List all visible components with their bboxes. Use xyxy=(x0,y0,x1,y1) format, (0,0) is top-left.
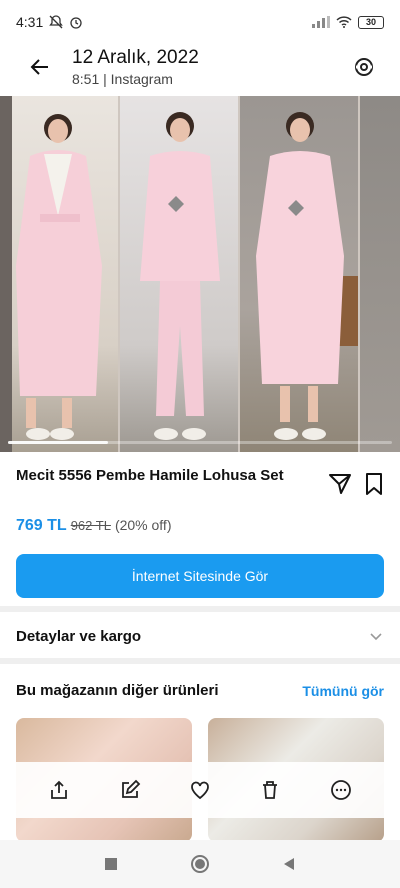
action-bar xyxy=(0,762,400,818)
page-subtitle: 8:51 | Instagram xyxy=(72,71,173,87)
alarm-icon xyxy=(70,17,82,29)
recents-icon[interactable] xyxy=(104,857,118,871)
divider xyxy=(0,606,400,612)
signal-icon xyxy=(312,16,330,28)
send-icon xyxy=(329,474,351,494)
more-products-title: Bu mağazanın diğer ürünleri xyxy=(16,682,219,699)
more-options-button[interactable] xyxy=(329,778,353,802)
system-nav-bar xyxy=(0,840,400,888)
arrow-left-icon xyxy=(30,59,48,75)
edit-icon xyxy=(121,779,140,798)
details-label: Detaylar ve kargo xyxy=(16,627,142,645)
status-time: 4:31 xyxy=(16,14,44,30)
save-button[interactable] xyxy=(362,470,386,498)
current-price: 769 TL xyxy=(16,517,67,534)
old-price: 962 TL xyxy=(70,518,111,533)
carousel-indicator xyxy=(8,441,108,444)
product-image-carousel[interactable] xyxy=(0,96,400,452)
more-icon xyxy=(330,780,351,800)
product-title: Mecit 5556 Pembe Hamile Lohusa Set xyxy=(16,467,284,484)
bookmark-icon xyxy=(366,473,382,495)
discount-label: (20% off) xyxy=(114,517,172,533)
home-icon[interactable] xyxy=(190,854,210,874)
battery-icon: 30 xyxy=(358,15,384,29)
wifi-icon xyxy=(336,16,352,28)
edit-button[interactable] xyxy=(118,778,142,802)
header: 12 Aralık, 2022 8:51 | Instagram xyxy=(0,40,400,94)
bell-muted-icon xyxy=(49,15,64,29)
back-nav-icon[interactable] xyxy=(282,857,296,871)
share-send-button[interactable] xyxy=(326,470,354,498)
trash-icon xyxy=(263,781,278,799)
visit-website-button[interactable]: İnternet Sitesinde Gör xyxy=(16,554,384,598)
back-button[interactable] xyxy=(20,47,60,87)
chevron-down-icon xyxy=(370,633,382,641)
product-photo-next xyxy=(360,96,400,452)
product-photo-nightgown xyxy=(240,96,358,452)
heart-icon xyxy=(191,781,209,800)
delete-button[interactable] xyxy=(258,778,282,802)
divider xyxy=(0,658,400,664)
more-products-header: Bu mağazanın diğer ürünleri Tümünü gör xyxy=(16,682,384,699)
share-icon xyxy=(51,780,68,799)
price-row: 769 TL 962 TL (20% off) xyxy=(16,517,171,535)
see-all-link[interactable]: Tümünü gör xyxy=(302,683,384,699)
status-bar: 4:31 30 xyxy=(0,0,400,44)
favorite-button[interactable] xyxy=(188,778,212,802)
share-button[interactable] xyxy=(47,778,71,802)
product-photo-robe xyxy=(0,96,118,452)
lens-icon xyxy=(355,58,373,76)
page-title: 12 Aralık, 2022 xyxy=(72,47,199,68)
lens-button[interactable] xyxy=(348,51,380,83)
product-photo-pajama xyxy=(120,96,238,452)
details-shipping-row[interactable]: Detaylar ve kargo xyxy=(16,624,384,648)
